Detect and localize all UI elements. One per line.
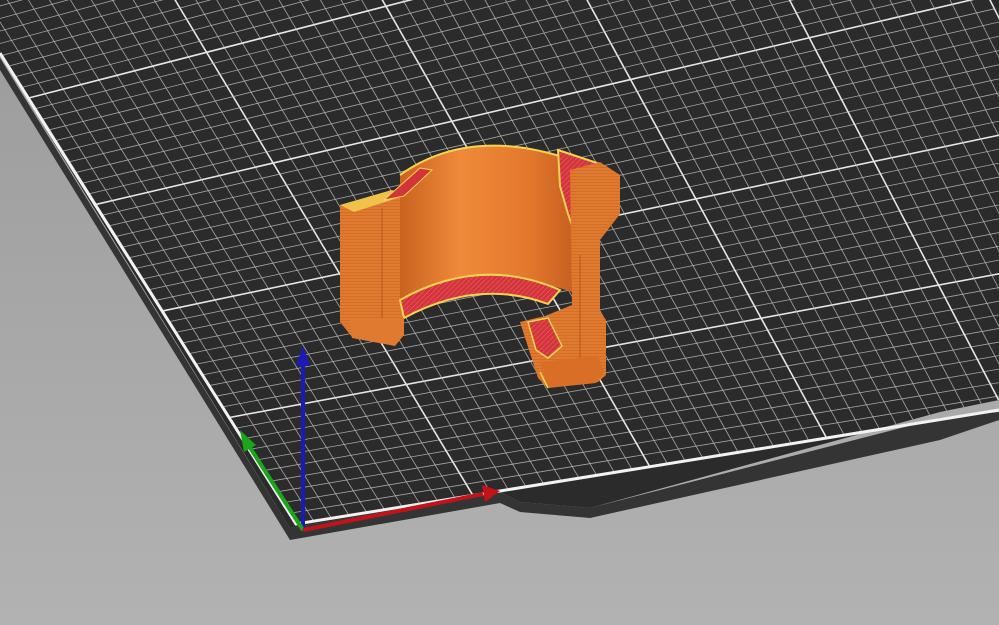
plate-scene[interactable] [0, 0, 999, 625]
3d-viewport[interactable] [0, 0, 999, 625]
